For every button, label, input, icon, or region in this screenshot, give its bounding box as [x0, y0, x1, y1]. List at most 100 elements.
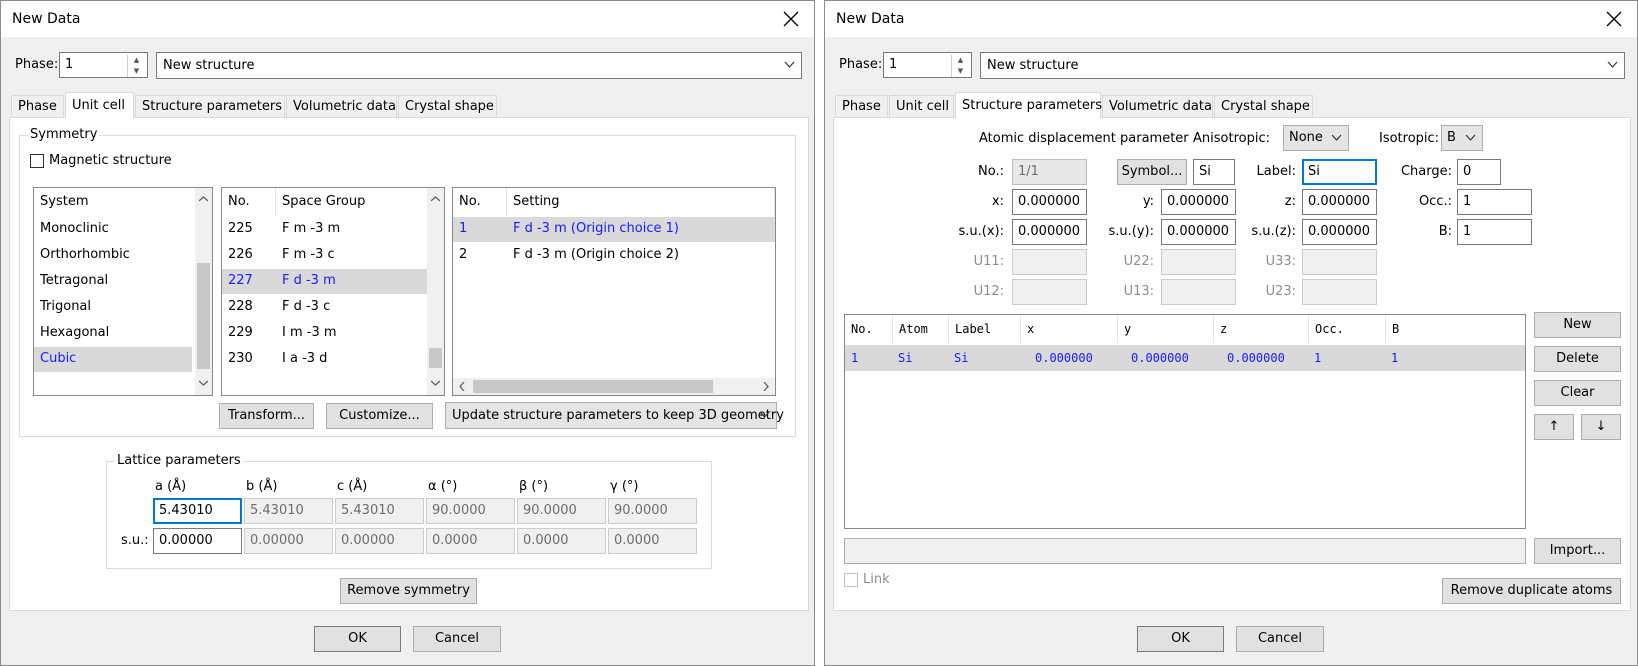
scroll-down-icon[interactable] [431, 380, 440, 386]
clear-atoms-button[interactable]: Clear [1534, 380, 1621, 406]
list-item-selected[interactable]: Cubic [34, 347, 192, 372]
list-item[interactable]: Tetragonal [34, 269, 192, 294]
sux-field[interactable]: 0.000000 [1012, 219, 1087, 245]
label-field[interactable]: Si [1302, 159, 1377, 185]
setting-list[interactable]: No. Setting 1F d -3 m (Origin choice 1) … [452, 187, 776, 396]
table-row[interactable]: 226 F m -3 c [222, 243, 427, 268]
spinner-arrows[interactable]: ▲ ▼ [127, 55, 145, 77]
system-header[interactable]: System [34, 188, 212, 216]
adp-label: Atomic displacement parameter [979, 131, 1189, 146]
table-row-selected[interactable]: 1 F d -3 m (Origin choice 1) [453, 217, 775, 242]
sg-no-header[interactable]: No. [222, 188, 276, 216]
x-field[interactable]: 0.000000 [1012, 189, 1087, 215]
table-row[interactable]: 230 I a -3 d [222, 347, 427, 372]
tab-volumetric-data[interactable]: Volumetric data [286, 95, 397, 117]
ok-button[interactable]: OK [314, 626, 401, 652]
import-button[interactable]: Import... [1534, 538, 1621, 564]
structure-name-combo[interactable]: New structure [156, 52, 802, 79]
ok-button[interactable]: OK [1137, 626, 1224, 652]
crystal-system-list[interactable]: System Monoclinic Orthorhombic Tetragona… [33, 187, 213, 396]
phase-spinner[interactable]: 1 ▲ ▼ [883, 52, 972, 78]
structure-name-combo[interactable]: New structure [980, 52, 1625, 79]
spinner-arrows[interactable]: ▲ ▼ [951, 55, 969, 77]
transform-button[interactable]: Transform... [219, 403, 314, 429]
col-b[interactable]: B [1386, 315, 1525, 343]
anisotropic-combo[interactable]: None [1283, 125, 1349, 151]
tab-unit-cell[interactable]: Unit cell [65, 92, 134, 118]
sg-scrollbar[interactable] [427, 188, 444, 395]
suz-field[interactable]: 0.000000 [1302, 219, 1377, 245]
spin-down-icon[interactable]: ▼ [952, 66, 969, 77]
cancel-button[interactable]: Cancel [413, 626, 501, 652]
tab-unit-cell[interactable]: Unit cell [889, 95, 954, 117]
cancel-button[interactable]: Cancel [1236, 626, 1324, 652]
magnetic-structure-checkbox[interactable] [30, 154, 44, 168]
col-label[interactable]: Label [949, 315, 1021, 343]
spin-up-icon[interactable]: ▲ [128, 55, 145, 66]
col-no[interactable]: No. [845, 315, 893, 343]
table-row[interactable]: 229 I m -3 m [222, 321, 427, 346]
scroll-right-icon[interactable] [763, 382, 769, 391]
space-group-list[interactable]: No. Space Group 225 F m -3 m 226 F m -3 c … [221, 187, 445, 396]
z-field[interactable]: 0.000000 [1302, 189, 1377, 215]
remove-symmetry-button[interactable]: Remove symmetry [340, 578, 477, 604]
spin-up-icon[interactable]: ▲ [952, 55, 969, 66]
new-atom-button[interactable]: New [1534, 312, 1621, 338]
col-y[interactable]: y [1118, 315, 1214, 343]
col-z[interactable]: z [1214, 315, 1309, 343]
scroll-down-icon[interactable] [199, 380, 208, 386]
isotropic-combo[interactable]: B [1441, 125, 1483, 151]
occ-field[interactable]: 1 [1457, 189, 1532, 215]
scroll-thumb[interactable] [197, 263, 210, 369]
y-field[interactable]: 0.000000 [1161, 189, 1236, 215]
setting-name-header[interactable]: Setting [507, 188, 775, 216]
atoms-table[interactable]: No. Atom Label x y z Occ. B 1 Si Si 0.00… [844, 314, 1526, 529]
move-down-button[interactable]: ↓ [1581, 414, 1621, 440]
list-item[interactable]: Monoclinic [34, 217, 192, 242]
table-row[interactable]: 228 F d -3 c [222, 295, 427, 320]
close-icon[interactable] [778, 6, 804, 32]
charge-field[interactable]: 0 [1457, 159, 1501, 185]
symbol-field[interactable]: Si [1193, 159, 1235, 185]
symbol-button[interactable]: Symbol... [1117, 159, 1187, 185]
sg-name: F d -3 m [282, 273, 336, 288]
list-item[interactable]: Trigonal [34, 295, 192, 320]
tab-structure-parameters[interactable]: Structure parameters [135, 95, 285, 117]
table-row-selected[interactable]: 1 Si Si 0.000000 0.000000 0.000000 1 1 [845, 345, 1525, 371]
update-mode-combo[interactable]: Update structure parameters to keep 3D g… [445, 402, 784, 429]
move-up-button[interactable]: ↑ [1534, 414, 1574, 440]
tab-crystal-shape[interactable]: Crystal shape [1214, 95, 1313, 117]
spin-down-icon[interactable]: ▼ [128, 66, 145, 77]
col-atom[interactable]: Atom [893, 315, 949, 343]
tab-volumetric-data[interactable]: Volumetric data [1102, 95, 1213, 117]
b-field[interactable]: 1 [1457, 219, 1532, 245]
scroll-up-icon[interactable] [199, 196, 208, 202]
table-row[interactable]: 225 F m -3 m [222, 217, 427, 242]
phase-spinner[interactable]: 1 ▲ ▼ [59, 52, 148, 78]
lattice-a-input[interactable]: 5.43010 [153, 498, 242, 524]
sg-name-header[interactable]: Space Group [276, 188, 428, 216]
tab-phase[interactable]: Phase [835, 95, 888, 117]
scroll-thumb[interactable] [473, 380, 713, 393]
scroll-up-icon[interactable] [431, 196, 440, 202]
table-row[interactable]: 2 F d -3 m (Origin choice 2) [453, 243, 775, 268]
system-scrollbar[interactable] [195, 188, 212, 395]
close-icon[interactable] [1601, 6, 1627, 32]
tab-crystal-shape[interactable]: Crystal shape [398, 95, 497, 117]
su-a-input[interactable]: 0.00000 [153, 528, 242, 554]
list-item[interactable]: Orthorhombic [34, 243, 192, 268]
col-x[interactable]: x [1021, 315, 1118, 343]
remove-duplicate-atoms-button[interactable]: Remove duplicate atoms [1442, 578, 1621, 604]
suy-field[interactable]: 0.000000 [1161, 219, 1236, 245]
list-item[interactable]: Hexagonal [34, 321, 192, 346]
delete-atom-button[interactable]: Delete [1534, 346, 1621, 372]
setting-no-header[interactable]: No. [453, 188, 507, 216]
col-occ[interactable]: Occ. [1309, 315, 1386, 343]
tab-phase[interactable]: Phase [11, 95, 64, 117]
customize-button[interactable]: Customize... [326, 403, 433, 429]
setting-hscrollbar[interactable] [453, 378, 775, 395]
table-row-selected[interactable]: 227 F d -3 m [222, 269, 427, 294]
tab-structure-parameters[interactable]: Structure parameters [955, 92, 1102, 118]
scroll-thumb[interactable] [429, 348, 442, 368]
scroll-left-icon[interactable] [459, 382, 465, 391]
